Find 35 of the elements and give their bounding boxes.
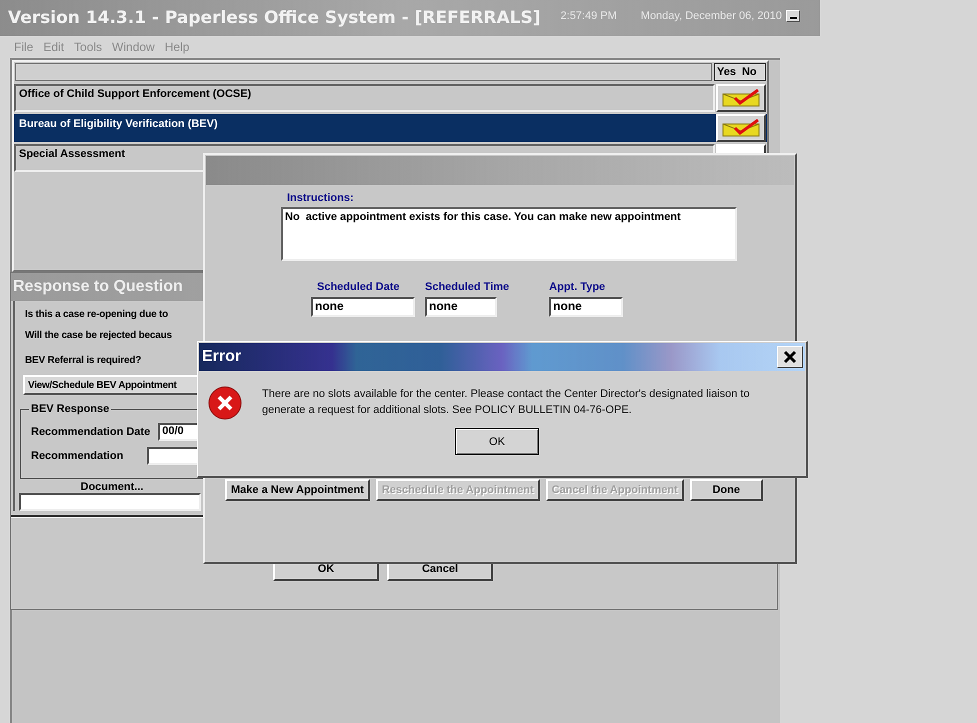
group-title: BEV Response	[29, 403, 112, 415]
instructions-label: Instructions:	[287, 192, 355, 204]
field-label: Recommendation	[31, 450, 124, 462]
envelope-check-icon	[721, 119, 761, 137]
input-field[interactable]: none	[425, 297, 497, 317]
error-message: There are no slots available for the center. Please contact the Center Director's designated liaison to generate a request for additional slots. See POLICY BULLETIN 04-76-OPE.	[262, 387, 751, 418]
dialog-title: Error	[201, 348, 242, 366]
clock-time: 2:57:49 PM	[560, 10, 617, 22]
close-icon	[783, 350, 797, 364]
question-label: Will the case be rejected becaus	[24, 330, 173, 343]
question-label: BEV Referral is required?	[24, 355, 142, 368]
field-label: Scheduled Time	[425, 281, 510, 293]
field-label: Recommendation Date	[31, 426, 150, 438]
document-field[interactable]	[19, 493, 201, 511]
instructions-field[interactable]: No active appointment exists for this case. You can make new appointment	[281, 207, 737, 261]
column-header: No	[742, 66, 757, 78]
appointment-button[interactable]: Done	[690, 479, 763, 501]
envelope-check-icon	[721, 89, 761, 107]
check-button[interactable]	[716, 84, 766, 112]
check-button[interactable]	[716, 114, 766, 142]
column-header: Yes	[717, 66, 736, 78]
appointment-button[interactable]: Make a New Appointment	[225, 479, 370, 501]
document-label: Document...	[80, 481, 144, 493]
input-field[interactable]: none	[549, 297, 624, 317]
window-title: Response to Question	[12, 278, 183, 296]
clock-date: Monday, December 06, 2010	[640, 10, 782, 22]
window-title: Version 14.3.1 - Paperless Office System - [REFERRALS]	[7, 8, 541, 28]
field-label: Scheduled Date	[317, 281, 400, 293]
error-icon	[208, 386, 242, 420]
question-label: Is this a case re-opening due to	[24, 309, 170, 322]
minimize-button[interactable]	[786, 10, 800, 22]
input-field[interactable]: none	[311, 297, 415, 317]
close-button[interactable]	[777, 346, 803, 368]
field-label: Appt. Type	[549, 281, 606, 293]
ok-button[interactable]: OK	[455, 428, 539, 455]
